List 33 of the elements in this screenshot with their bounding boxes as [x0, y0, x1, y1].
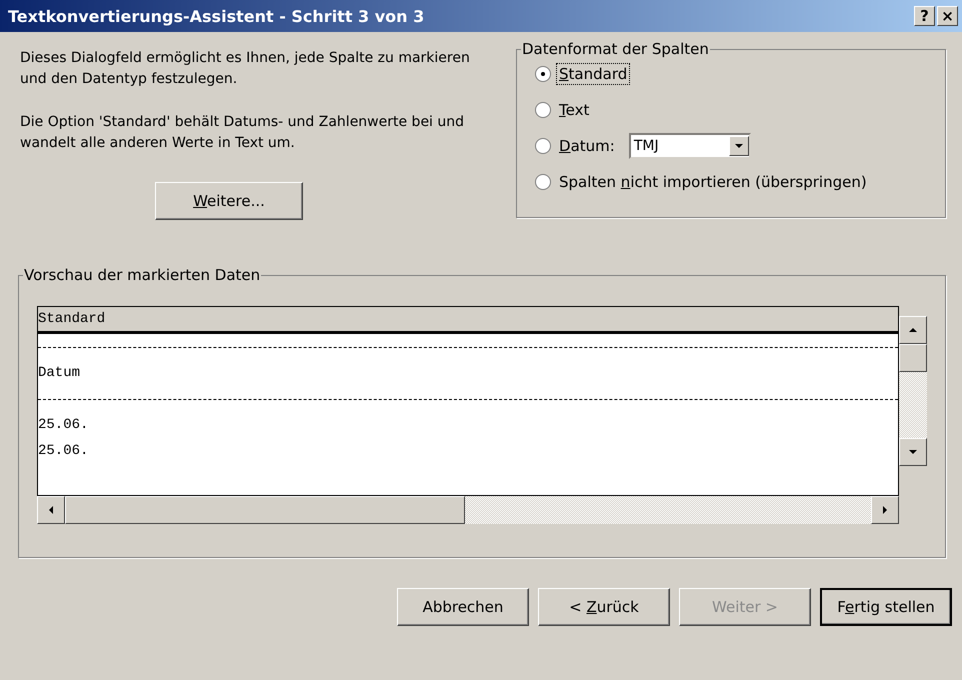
down-arrow-icon	[909, 450, 917, 454]
up-arrow-icon	[909, 328, 917, 332]
radio-button[interactable]	[535, 66, 551, 82]
description-text: Dieses Dialogfeld ermöglicht es Ihnen, jede Spalte zu markieren und den Datentyp festzulegen.	[20, 49, 471, 89]
dialog-button[interactable]: Fertig stellen	[820, 588, 952, 626]
scroll-thumb[interactable]	[65, 496, 465, 524]
scroll-thumb[interactable]	[899, 344, 927, 372]
right-arrow-icon	[883, 506, 887, 514]
description-text: Die Option 'Standard' behält Datums- und Zahlenwerte bei und wandelt alle anderen Werte in Text um.	[20, 113, 466, 153]
more-button[interactable]: Weitere...	[155, 182, 303, 220]
group-title: Vorschau der markierten Daten	[23, 266, 262, 284]
preview-line: Datum	[38, 364, 82, 383]
preview-line: 25.06.	[38, 442, 90, 461]
close-button[interactable]: ×	[937, 6, 958, 26]
radio-button[interactable]	[535, 138, 551, 154]
group-title: Datenformat der Spalten	[521, 40, 710, 58]
radio-button[interactable]	[535, 102, 551, 118]
help-button[interactable]: ?	[914, 6, 935, 26]
caret-icon	[734, 144, 743, 148]
option-label[interactable]: Text	[557, 100, 592, 120]
date-format-dropdown[interactable]: TMJ	[628, 133, 751, 159]
column-header[interactable]: Standard	[38, 307, 898, 334]
window-title: Textkonvertierungs-Assistent - Schritt 3 von 3	[8, 6, 424, 26]
vertical-scrollbar[interactable]	[899, 316, 927, 466]
option-label[interactable]: Datum:	[557, 136, 617, 156]
radio-button[interactable]	[535, 174, 551, 190]
dialog-button[interactable]: < Zurück	[538, 588, 670, 626]
preview-line: 25.06.	[38, 416, 90, 435]
horizontal-scrollbar[interactable]	[37, 496, 899, 524]
option-label[interactable]: Standard	[557, 64, 630, 84]
dialog-button[interactable]: Abbrechen	[397, 588, 529, 626]
option-label[interactable]: Spalten nicht importieren (überspringen)	[557, 172, 869, 192]
left-arrow-icon	[49, 506, 53, 514]
